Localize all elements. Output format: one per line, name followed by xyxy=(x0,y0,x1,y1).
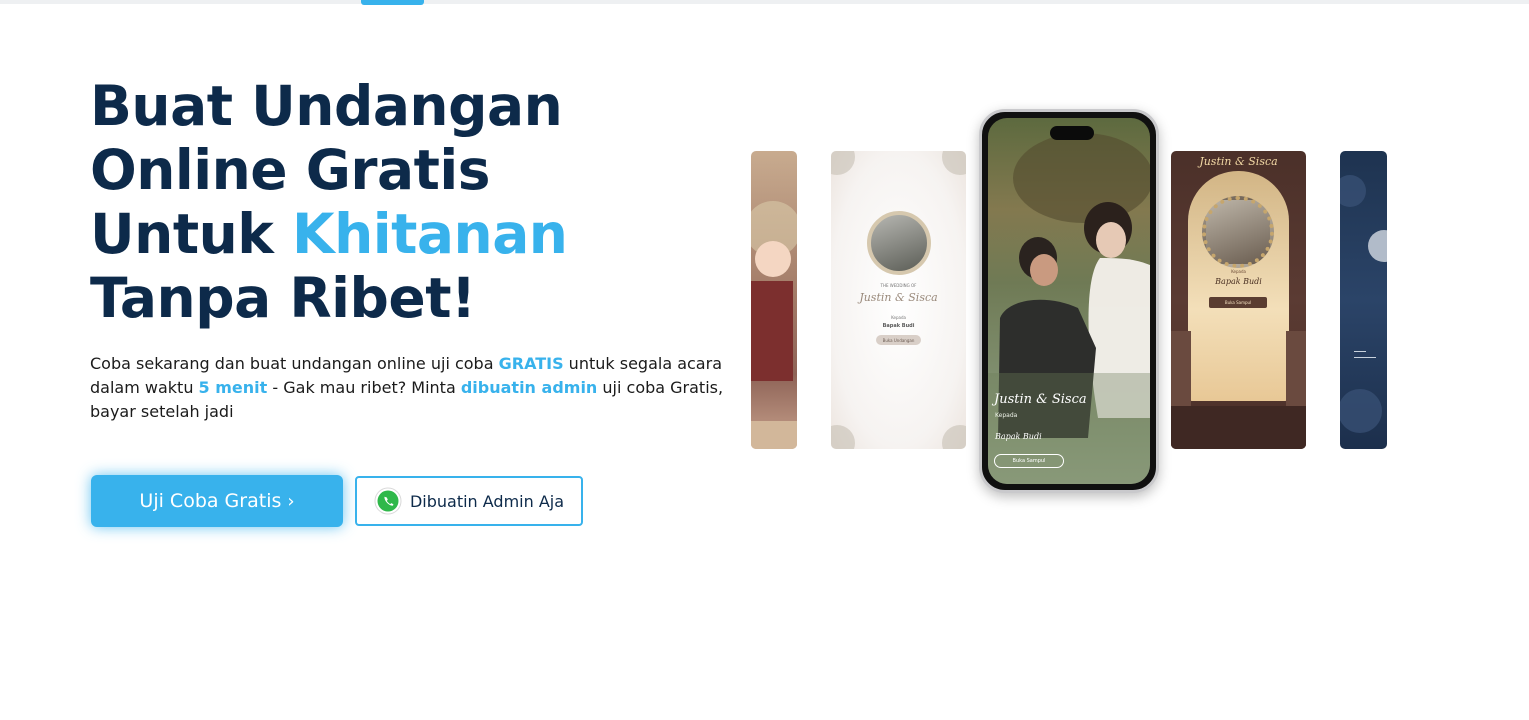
desc-text-1: Coba sekarang dan buat undangan online u… xyxy=(90,354,499,373)
template-preview-card-left-edge[interactable] xyxy=(751,151,797,449)
whatsapp-icon xyxy=(374,487,402,515)
hero-title-line2: Online Gratis xyxy=(90,138,490,202)
try-free-button[interactable]: Uji Coba Gratis › xyxy=(91,475,343,527)
hero-title-line1: Buat Undangan xyxy=(90,74,563,138)
hero-title-highlight: Khitanan xyxy=(292,202,568,266)
open-cover-button[interactable]: Buka Sampul xyxy=(994,454,1064,468)
couple-name: Justin & Sisca xyxy=(994,392,1087,407)
plant-decoration xyxy=(1171,331,1306,449)
hero-title-line3: Untuk xyxy=(90,202,292,266)
kepada-label: Kepada xyxy=(995,412,1018,419)
try-free-button-label: Uji Coba Gratis xyxy=(139,490,282,512)
template-preview-card-right-edge[interactable] xyxy=(1340,151,1387,449)
phone-mockup: Justin & Sisca Kepada Bapak Budi Buka Sa… xyxy=(979,109,1159,493)
desc-highlight-admin: dibuatin admin xyxy=(460,378,598,397)
hero-description: Coba sekarang dan buat undangan online u… xyxy=(90,352,740,424)
navy-floral-decoration xyxy=(1340,175,1387,433)
admin-whatsapp-button-label: Dibuatin Admin Aja xyxy=(409,491,565,511)
couple-photo xyxy=(988,133,1150,484)
active-nav-indicator xyxy=(361,0,424,5)
template-preview-card-brown[interactable]: Justin & Sisca Kepada Bapak Budi Buka Sa… xyxy=(1171,151,1306,449)
phone-screen[interactable]: Justin & Sisca Kepada Bapak Budi Buka Sa… xyxy=(988,118,1150,484)
hero-title: Buat Undangan Online Gratis Untuk Khitan… xyxy=(90,74,710,330)
phone-notch xyxy=(1050,126,1094,140)
hero-title-line4: Tanpa Ribet! xyxy=(90,266,476,330)
chevron-right-icon: › xyxy=(287,490,295,512)
desc-text-3: - Gak mau ribet? Minta xyxy=(267,378,461,397)
desc-highlight-time: 5 menit xyxy=(198,378,268,397)
guest-name: Bapak Budi xyxy=(995,432,1042,441)
traditional-couple-illustration xyxy=(751,201,797,449)
admin-whatsapp-button[interactable]: Dibuatin Admin Aja xyxy=(355,476,583,526)
floral-corner-decoration xyxy=(831,151,966,449)
template-preview-card-white[interactable]: THE WEDDING OF Justin & Sisca Kepada Bap… xyxy=(831,151,966,449)
top-nav-border xyxy=(0,0,1529,5)
desc-highlight-gratis: GRATIS xyxy=(498,354,564,373)
